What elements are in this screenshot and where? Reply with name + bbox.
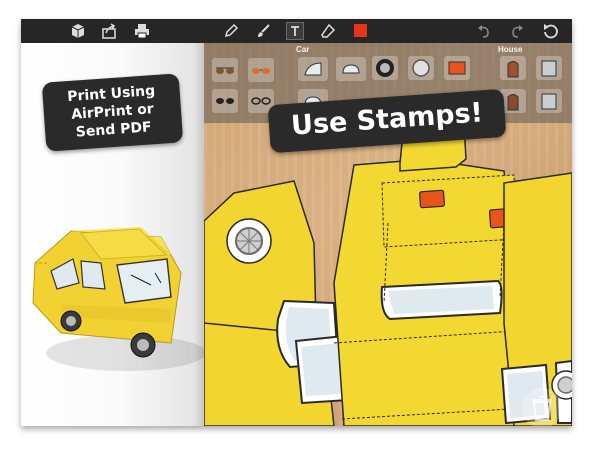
text-tool-icon[interactable] (286, 22, 304, 40)
sunglasses-icon[interactable] (212, 89, 238, 113)
printer-icon[interactable] (133, 22, 151, 40)
trash-icon[interactable] (522, 388, 562, 426)
share-icon[interactable] (100, 22, 118, 40)
window-icon[interactable] (336, 57, 366, 81)
preview-panel: Print Using AirPrint or Send PDF (21, 43, 204, 426)
pencil-icon[interactable] (222, 22, 240, 40)
window-icon[interactable] (536, 89, 562, 113)
door-icon[interactable] (500, 56, 526, 80)
stamp-category-house[interactable]: House (498, 45, 522, 54)
windshield-icon[interactable] (298, 57, 328, 81)
stamp-category-car[interactable]: Car (296, 45, 309, 54)
print-callout: Print Using AirPrint or Send PDF (41, 73, 184, 152)
window-icon[interactable] (536, 56, 562, 80)
top-toolbar (21, 19, 572, 43)
brush-icon[interactable] (254, 22, 272, 40)
reset-icon[interactable] (541, 22, 559, 40)
cube-icon[interactable] (69, 22, 87, 40)
glasses-icon[interactable] (248, 58, 274, 82)
sunglasses-icon[interactable] (212, 58, 238, 82)
headlight-icon[interactable] (408, 56, 434, 80)
undo-icon[interactable] (475, 22, 493, 40)
wheel-icon[interactable] (372, 56, 398, 80)
app-window: Print Using AirPrint or Send PDF Car Hou… (21, 19, 572, 426)
color-swatch[interactable] (354, 24, 367, 37)
redo-icon[interactable] (508, 22, 526, 40)
orange-light-icon[interactable] (444, 56, 470, 80)
paper-car-model-image (32, 227, 204, 371)
eraser-icon[interactable] (319, 22, 337, 40)
car-template-canvas[interactable] (204, 123, 572, 426)
